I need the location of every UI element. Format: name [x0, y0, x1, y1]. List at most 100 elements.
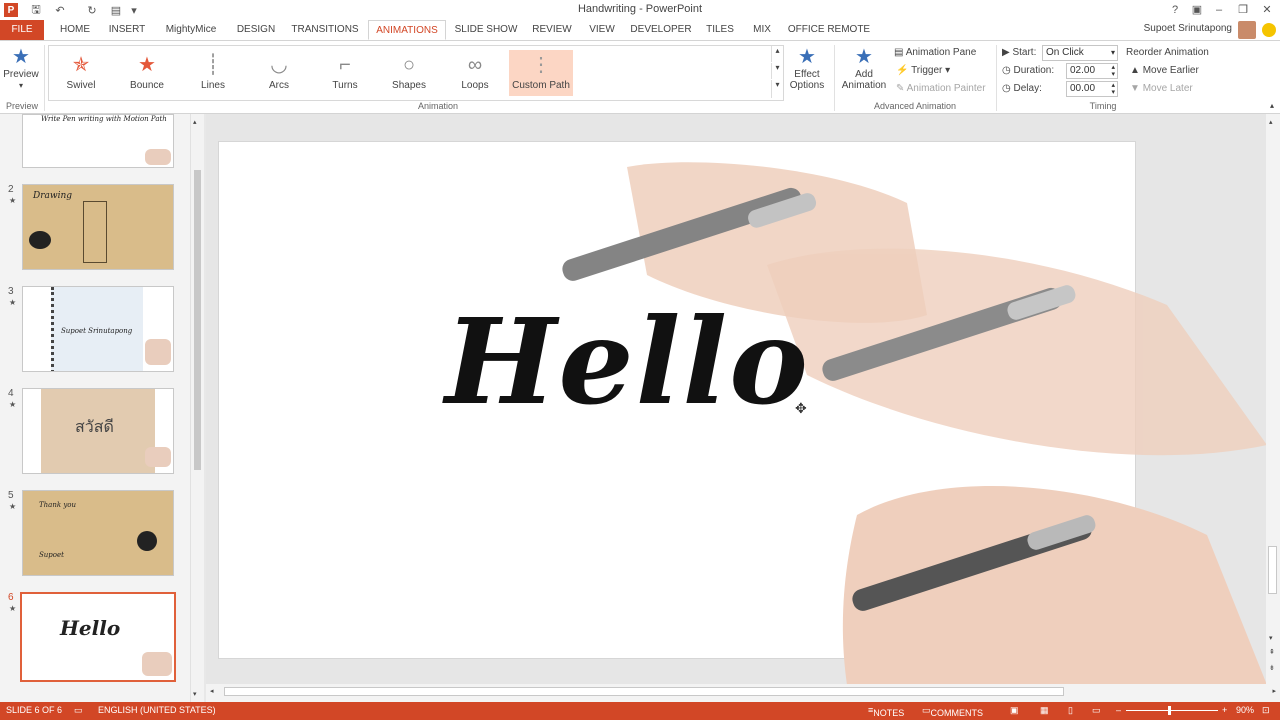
slideshow-view-icon[interactable]: ▭ — [1092, 705, 1101, 716]
animation-pane-button[interactable]: ▤ Animation Pane — [894, 45, 976, 61]
hello-handwriting-text[interactable]: Hello — [445, 292, 810, 431]
animation-gallery: ✯ Swivel ★ Bounce ┊ Lines ◡ Arcs ⌐ Turns ○ Sha… — [48, 45, 784, 101]
zoom-slider[interactable] — [1126, 710, 1218, 711]
tab-view[interactable]: VIEW — [584, 20, 620, 40]
start-select[interactable]: On Click ▾ — [1042, 45, 1118, 61]
effect-custom-path[interactable]: ⋮ Custom Path — [509, 50, 573, 96]
scroll-down-icon[interactable]: ▾ — [193, 690, 197, 698]
tab-design[interactable]: DESIGN — [232, 20, 280, 40]
close-icon[interactable]: ✕ — [1258, 2, 1276, 18]
tab-animations[interactable]: ANIMATIONS — [368, 20, 446, 40]
group-label-animation: Animation — [417, 101, 459, 111]
move-later-button[interactable]: ▼ Move Later — [1130, 81, 1193, 97]
zoom-slider-thumb[interactable] — [1168, 706, 1171, 715]
move-cursor-icon: ✥ — [795, 400, 807, 416]
bounce-star-icon: ★ — [138, 54, 156, 76]
help-icon[interactable]: ? — [1166, 2, 1184, 18]
reading-view-icon[interactable]: ▯ — [1068, 705, 1073, 716]
trigger-button[interactable]: ⚡ Trigger ▾ — [896, 63, 950, 79]
restore-icon[interactable]: ❐ — [1234, 2, 1252, 18]
horizontal-scrollbar[interactable]: ◂ ▸ — [206, 684, 1280, 702]
user-name[interactable]: Supoet Srinutapong — [1144, 23, 1232, 34]
slide-editor[interactable]: Hello ✥ — [206, 114, 1267, 685]
zoom-out-icon[interactable]: – — [1116, 705, 1121, 715]
tab-file[interactable]: FILE — [0, 20, 44, 40]
effect-turns[interactable]: ⌐ Turns — [315, 50, 375, 96]
start-play-icon: ▶ — [1002, 47, 1013, 58]
tab-transitions[interactable]: TRANSITIONS — [288, 20, 362, 40]
scroll-up-icon[interactable]: ▴ — [1269, 118, 1273, 126]
gallery-scroll-up[interactable]: ▴ — [771, 46, 783, 62]
zoom-in-icon[interactable]: + — [1222, 705, 1227, 715]
slide-canvas[interactable]: Hello ✥ — [218, 141, 1267, 685]
feedback-smiley-icon[interactable] — [1262, 23, 1276, 37]
tab-home[interactable]: HOME — [54, 20, 96, 40]
scroll-thumb[interactable] — [194, 170, 201, 470]
slide-thumb-3[interactable]: Supoet Srinutapong — [22, 286, 174, 372]
hand-image-middle — [767, 248, 1267, 456]
effect-bounce[interactable]: ★ Bounce — [117, 50, 177, 96]
effect-options-button[interactable]: ★ Effect Options — [786, 45, 828, 91]
effect-shapes[interactable]: ○ Shapes — [379, 50, 439, 96]
previous-slide-icon[interactable]: ⇞ — [1269, 648, 1275, 656]
normal-view-icon[interactable]: ▣ — [1010, 705, 1019, 716]
scroll-down-icon[interactable]: ▾ — [1269, 634, 1273, 642]
scroll-left-icon[interactable]: ◂ — [210, 687, 214, 695]
move-earlier-button[interactable]: ▲ Move Earlier — [1130, 63, 1199, 79]
minimize-icon[interactable]: – — [1210, 2, 1228, 18]
shapes-path-icon: ○ — [402, 54, 416, 76]
ribbon: ★ Preview ▾ Preview ✯ Swivel ★ Bounce ┊ Line… — [0, 40, 1280, 114]
preview-button[interactable]: ★ Preview ▾ — [2, 45, 40, 91]
effect-loops[interactable]: ∞ Loops — [445, 50, 505, 96]
tab-office-remote[interactable]: OFFICE REMOTE — [786, 20, 872, 40]
slide-thumb-6[interactable]: Hello — [20, 592, 176, 682]
animation-marker-icon: ★ — [9, 400, 17, 409]
add-animation-button[interactable]: ★ Add Animation — [838, 45, 890, 91]
status-bar: SLIDE 6 OF 6 ▭ ENGLISH (UNITED STATES) ≡… — [0, 702, 1280, 720]
group-label-preview: Preview — [5, 101, 38, 111]
delay-spinner[interactable]: 00.00 ▴ ▾ — [1066, 81, 1118, 97]
scroll-right-icon[interactable]: ▸ — [1272, 687, 1276, 695]
tab-mix[interactable]: MIX — [746, 20, 778, 40]
avatar[interactable] — [1238, 21, 1256, 39]
fit-slide-icon[interactable]: ⊡ — [1262, 705, 1270, 716]
zoom-level[interactable]: 90% — [1236, 705, 1254, 715]
tab-insert[interactable]: INSERT — [104, 20, 150, 40]
vertical-scrollbar[interactable]: ▴ ▾ ⇞ ⇟ — [1266, 114, 1280, 684]
effect-arcs[interactable]: ◡ Arcs — [249, 50, 309, 96]
tab-review[interactable]: REVIEW — [528, 20, 576, 40]
language-indicator[interactable]: ENGLISH (UNITED STATES) — [98, 705, 216, 715]
custom-path-icon: ⋮ — [531, 54, 551, 76]
effect-swivel[interactable]: ✯ Swivel — [51, 50, 111, 96]
ink-pot-icon — [137, 531, 157, 551]
tab-tiles[interactable]: TILES — [702, 20, 738, 40]
scroll-up-icon[interactable]: ▴ — [193, 118, 197, 126]
ribbon-display-icon[interactable]: ▣ — [1188, 2, 1206, 18]
slide-thumb-4[interactable]: สวัสดี — [22, 388, 174, 474]
ink-pot-icon — [29, 231, 51, 249]
duration-spinner[interactable]: 02.00 ▴ ▾ — [1066, 63, 1118, 79]
effect-lines[interactable]: ┊ Lines — [183, 50, 243, 96]
collapse-ribbon-icon[interactable]: ▴ — [1270, 101, 1274, 110]
animation-marker-icon: ★ — [9, 502, 17, 511]
gallery-more[interactable]: ▾ — [771, 80, 783, 98]
tab-slide-show[interactable]: SLIDE SHOW — [452, 20, 520, 40]
slide-thumb-2[interactable]: Drawing — [22, 184, 174, 270]
animation-painter-button[interactable]: ✎ Animation Painter — [896, 81, 986, 97]
notes-button[interactable]: ≡ NOTES — [868, 705, 904, 718]
proofing-icon[interactable]: ▭ — [74, 705, 83, 716]
lines-path-icon: ┊ — [206, 54, 220, 76]
comments-button[interactable]: ▭ COMMENTS — [922, 705, 983, 718]
swivel-star-icon: ✯ — [72, 54, 90, 76]
tab-developer[interactable]: DEVELOPER — [628, 20, 694, 40]
next-slide-icon[interactable]: ⇟ — [1269, 664, 1275, 672]
scroll-thumb[interactable] — [224, 687, 1064, 696]
tab-mightymice[interactable]: MightyMice — [158, 20, 224, 40]
slide-thumb-5[interactable]: Thank you Supoet — [22, 490, 174, 576]
hand-image-bottom — [842, 486, 1267, 685]
thumbnails-scrollbar[interactable]: ▴ ▾ — [190, 114, 204, 702]
scroll-thumb[interactable] — [1268, 546, 1277, 594]
slide-thumb-1[interactable]: Write Pen writing with Motion Path — [22, 114, 174, 168]
slide-sorter-icon[interactable]: ▦ — [1040, 705, 1049, 716]
gallery-scroll-down[interactable]: ▾ — [771, 63, 783, 79]
